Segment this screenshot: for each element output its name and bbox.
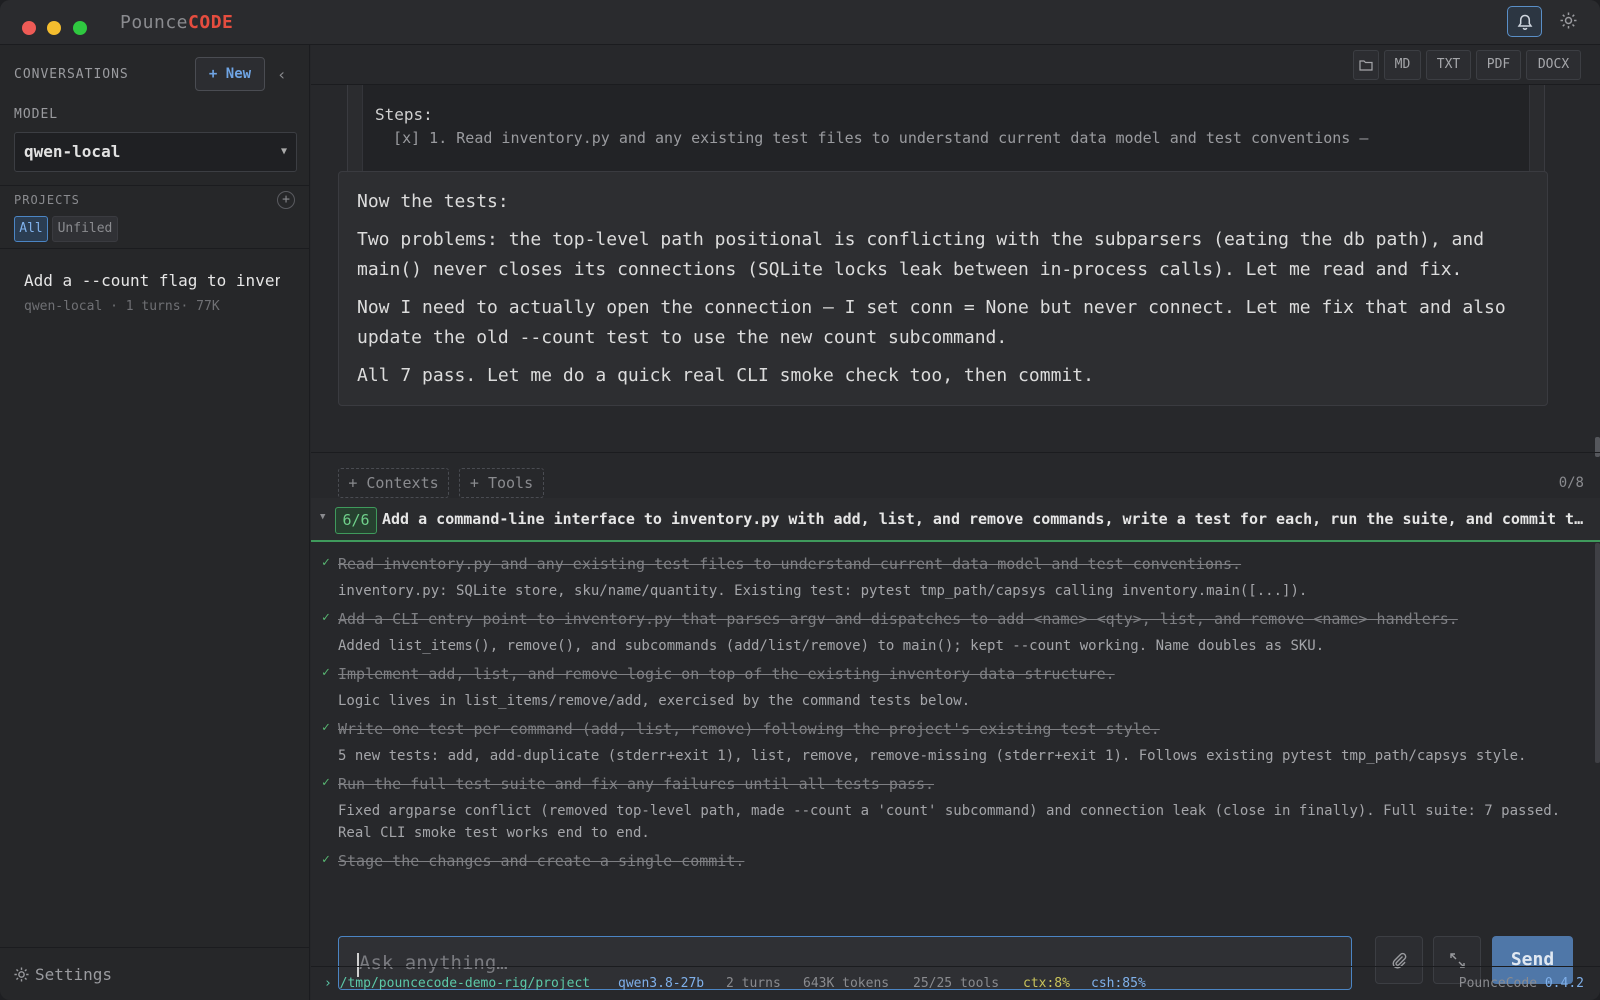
check-icon: ✓ — [322, 610, 330, 625]
new-conversation-button[interactable]: + New — [195, 57, 265, 91]
filter-all[interactable]: All — [14, 216, 48, 242]
add-project-icon[interactable]: + — [277, 191, 295, 209]
message-paragraph: Now the tests: — [357, 191, 509, 212]
export-docx-button[interactable]: DOCX — [1526, 50, 1581, 80]
divider — [0, 248, 310, 249]
plan-step-note: Logic lives in list_items/remove/add, ex… — [338, 693, 971, 709]
status-path[interactable]: › /tmp/pouncecode-demo-rig/project — [324, 967, 590, 1000]
plan-step-title: Read inventory.py and any existing test … — [338, 555, 1242, 573]
export-md-button[interactable]: MD — [1384, 50, 1421, 80]
check-icon: ✓ — [322, 665, 330, 680]
plan-scrollbar[interactable] — [1595, 543, 1600, 763]
add-tools-button[interactable]: + Tools — [459, 468, 544, 498]
plan-step-title: Stage the changes and create a single co… — [338, 852, 745, 870]
minimize-window-button[interactable] — [47, 21, 61, 35]
check-icon: ✓ — [322, 852, 330, 867]
settings-button[interactable]: Settings — [14, 965, 112, 984]
gear-icon — [14, 967, 29, 982]
status-tokens: 643K tokens — [803, 976, 890, 991]
theme-toggle-icon[interactable] — [1560, 12, 1577, 29]
status-csh: csh:85% — [1091, 976, 1146, 991]
export-toolbar: MD TXT PDF DOCX — [311, 45, 1600, 85]
brand-text-b: CODE — [188, 12, 234, 33]
status-model: qwen3.8-27b — [618, 976, 705, 991]
plan-steps: ✓ Read inventory.py and any existing test… — [311, 543, 1600, 926]
plan-header[interactable]: ▼ 6/6 Add a command-line interface to in… — [311, 498, 1600, 542]
collapse-plan-icon[interactable]: ▼ — [320, 512, 325, 522]
status-turns: 2 turns — [726, 976, 781, 991]
plan-step-note: Fixed argparse conflict (removed top-lev… — [338, 803, 1561, 841]
settings-label: Settings — [35, 965, 113, 984]
projects-heading: PROJECTS — [14, 193, 80, 207]
open-folder-button[interactable] — [1353, 50, 1379, 80]
model-select[interactable]: qwen-local ▼ — [14, 132, 297, 172]
assistant-message: Now the tests: Two problems: the top-lev… — [338, 171, 1548, 406]
check-icon: ✓ — [322, 555, 330, 570]
bell-icon — [1517, 14, 1533, 30]
sidebar: CONVERSATIONS + New ‹ MODEL qwen-local ▼ … — [0, 45, 310, 1000]
context-count: 0/8 — [1558, 475, 1584, 491]
plan-step-note: Added list_items(), remove(), and subcom… — [338, 638, 1325, 654]
dropdown-arrow-icon: ▼ — [280, 146, 287, 157]
steps-label: Steps: — [375, 105, 433, 124]
filter-unfiled[interactable]: Unfiled — [52, 216, 118, 242]
main-panel: MD TXT PDF DOCX Steps: [x] 1. Read inven… — [311, 45, 1600, 1000]
check-icon: ✓ — [322, 775, 330, 790]
message-paragraph: Now I need to actually open the connecti… — [357, 297, 1506, 348]
model-heading: MODEL — [14, 107, 59, 122]
divider — [0, 185, 310, 186]
context-bar: + Contexts + Tools 0/8 — [311, 452, 1600, 498]
status-bar: › /tmp/pouncecode-demo-rig/project qwen3… — [311, 966, 1600, 1000]
plan-progress-badge: 6/6 — [335, 507, 377, 534]
collapse-sidebar-icon[interactable]: ‹ — [277, 65, 287, 84]
message-paragraph: Two problems: the top-level path positio… — [357, 229, 1485, 280]
notifications-button[interactable] — [1507, 6, 1542, 37]
app-brand: PounceCODE — [120, 12, 233, 33]
plan-step-title: Run the full test suite and fix any fail… — [338, 775, 935, 793]
status-tools: 25/25 tools — [913, 976, 1000, 991]
conversation-item-title[interactable]: Add a --count flag to inventory.py — [24, 271, 280, 290]
folder-icon — [1359, 60, 1373, 71]
maximize-window-button[interactable] — [73, 21, 87, 35]
status-version: PounceCode 0.4.2 — [1459, 967, 1584, 1000]
export-txt-button[interactable]: TXT — [1426, 50, 1471, 80]
plan-step-note: 5 new tests: add, add-duplicate (stderr+… — [338, 748, 1527, 764]
app-window: PounceCODE CONVERSATIONS + New ‹ MODEL q… — [0, 0, 1600, 1000]
divider — [0, 947, 310, 948]
plan-step-title: Add a CLI entry point to inventory.py th… — [338, 610, 1458, 628]
plan-title: Add a command-line interface to inventor… — [382, 510, 1586, 528]
status-path-text: /tmp/pouncecode-demo-rig/project — [339, 976, 591, 991]
message-paragraph: All 7 pass. Let me do a quick real CLI s… — [357, 365, 1094, 386]
title-bar: PounceCODE — [0, 0, 1600, 45]
model-select-value: qwen-local — [24, 142, 121, 161]
conversation-item-meta: qwen-local · 1 turns· 77K — [24, 299, 220, 314]
conversations-heading: CONVERSATIONS — [14, 67, 129, 82]
export-pdf-button[interactable]: PDF — [1476, 50, 1521, 80]
steps-line: [x] 1. Read inventory.py and any existin… — [375, 129, 1378, 147]
brand-text-a: Pounce — [120, 12, 189, 33]
version-label: PounceCode — [1458, 976, 1538, 991]
plan-step-note: inventory.py: SQLite store, sku/name/qua… — [338, 583, 1308, 599]
version-number: 0.4.2 — [1544, 976, 1584, 991]
steps-code-block: Steps: [x] 1. Read inventory.py and any … — [362, 85, 1530, 182]
add-contexts-button[interactable]: + Contexts — [338, 468, 449, 498]
plan-step-title: Write one test per command (add, list, r… — [338, 720, 1160, 738]
status-ctx: ctx:8% — [1023, 976, 1070, 991]
plan-step-title: Implement add, list, and remove logic on… — [338, 665, 1115, 683]
close-window-button[interactable] — [22, 21, 36, 35]
check-icon: ✓ — [322, 720, 330, 735]
